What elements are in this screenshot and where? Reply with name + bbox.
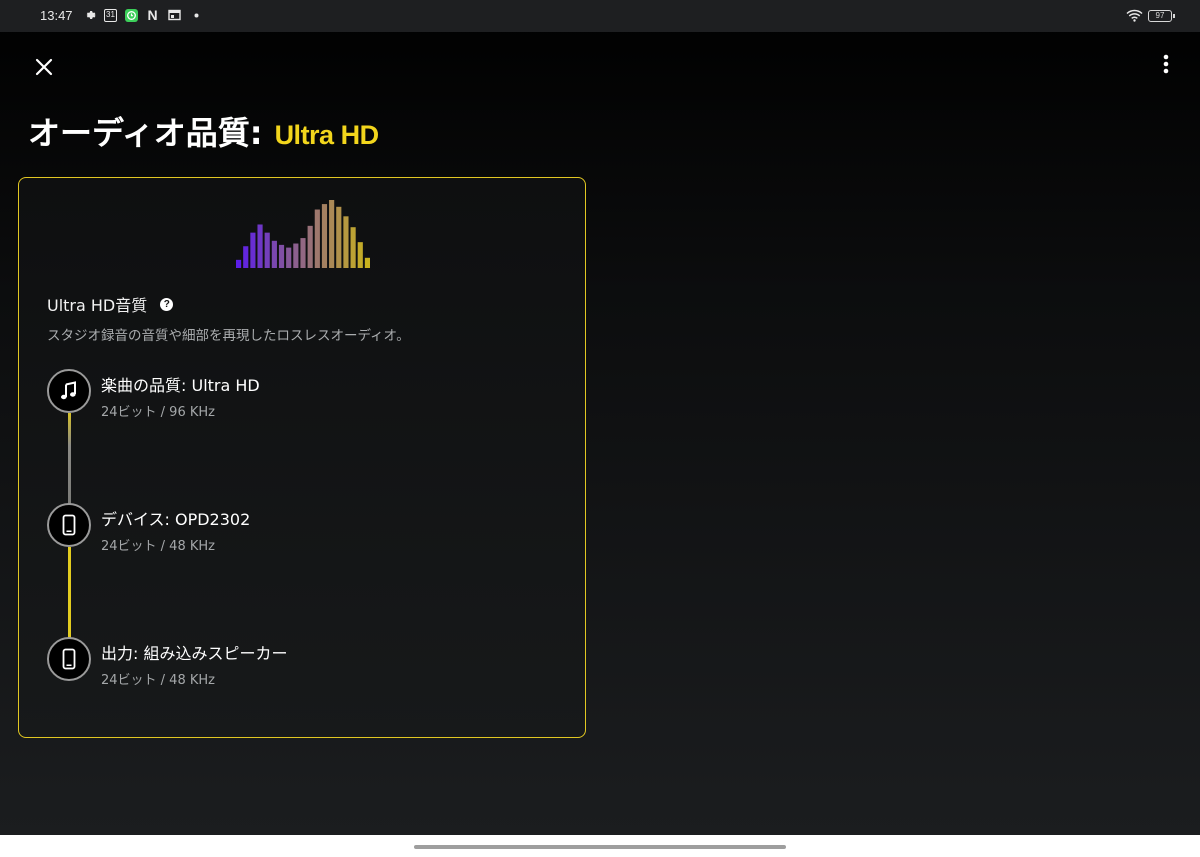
spectrum-bar — [343, 216, 349, 268]
device-title: デバイス: OPD2302 — [101, 510, 251, 529]
battery-icon: 97 — [1148, 10, 1175, 22]
quality-description: スタジオ録音の音質や細部を再現したロスレスオーディオ。 — [47, 328, 410, 344]
spectrum-bar — [243, 246, 249, 268]
navigation-bar — [0, 835, 1200, 857]
wifi-icon — [1126, 9, 1143, 22]
netflix-icon: N — [147, 7, 158, 23]
device-detail: 24ビット / 48 KHz — [101, 539, 215, 554]
track-quality-detail: 24ビット / 96 KHz — [101, 405, 215, 420]
spectrum-bar — [350, 227, 356, 268]
track-quality-title: 楽曲の品質: Ultra HD — [101, 376, 260, 395]
output-detail: 24ビット / 48 KHz — [101, 673, 215, 688]
gesture-handle[interactable] — [414, 845, 786, 849]
calendar-icon: 31 — [104, 9, 117, 22]
dot-icon — [190, 9, 203, 22]
spectrum-bar — [278, 244, 285, 268]
app-screen: 13:47 31 N 97 オーディオ品質: Ultra HD Ultra HD… — [0, 0, 1200, 835]
spectrum-bar — [307, 225, 313, 268]
spectrum-bar — [250, 232, 256, 268]
spectrum-bar — [357, 242, 363, 268]
spectrum-bar — [336, 206, 342, 268]
spectrum-visualizer — [236, 200, 370, 268]
music-note-icon — [47, 369, 91, 413]
timeline-connector — [67, 547, 71, 641]
quality-card: Ultra HD音質 ? スタジオ録音の音質や細部を再現したロスレスオーディオ。… — [18, 177, 586, 738]
timeline-connector — [67, 413, 71, 507]
status-time: 13:47 — [40, 8, 73, 23]
spectrum-bar — [321, 204, 328, 268]
green-app-icon — [125, 9, 138, 22]
phone-icon — [47, 637, 91, 681]
more-options-button[interactable] — [1152, 50, 1180, 78]
close-button[interactable] — [30, 53, 58, 81]
more-vertical-icon — [1163, 54, 1169, 74]
page-title: オーディオ品質: Ultra HD — [28, 108, 379, 152]
help-icon[interactable]: ? — [160, 297, 174, 311]
spectrum-bar — [257, 224, 263, 268]
spectrum-bar — [293, 243, 299, 268]
quality-level-label: Ultra HD — [274, 120, 380, 150]
spectrum-bar — [264, 232, 270, 268]
spectrum-bar — [300, 238, 306, 268]
spectrum-bar — [286, 247, 292, 268]
window-icon — [168, 9, 181, 22]
quality-heading-text: Ultra HD音質 — [47, 296, 148, 315]
quality-heading: Ultra HD音質 ? — [47, 292, 174, 316]
status-bar: 13:47 31 N 97 — [0, 0, 1200, 32]
phone-icon — [47, 503, 91, 547]
spectrum-bar — [364, 257, 370, 268]
spectrum-bar — [271, 240, 277, 268]
gear-icon — [84, 9, 97, 22]
spectrum-bar — [314, 209, 320, 268]
output-title: 出力: 組み込みスピーカー — [101, 644, 288, 663]
spectrum-bar — [236, 259, 242, 268]
spectrum-bar — [329, 200, 335, 268]
close-icon — [35, 58, 53, 76]
title-label: オーディオ品質: — [28, 114, 263, 152]
